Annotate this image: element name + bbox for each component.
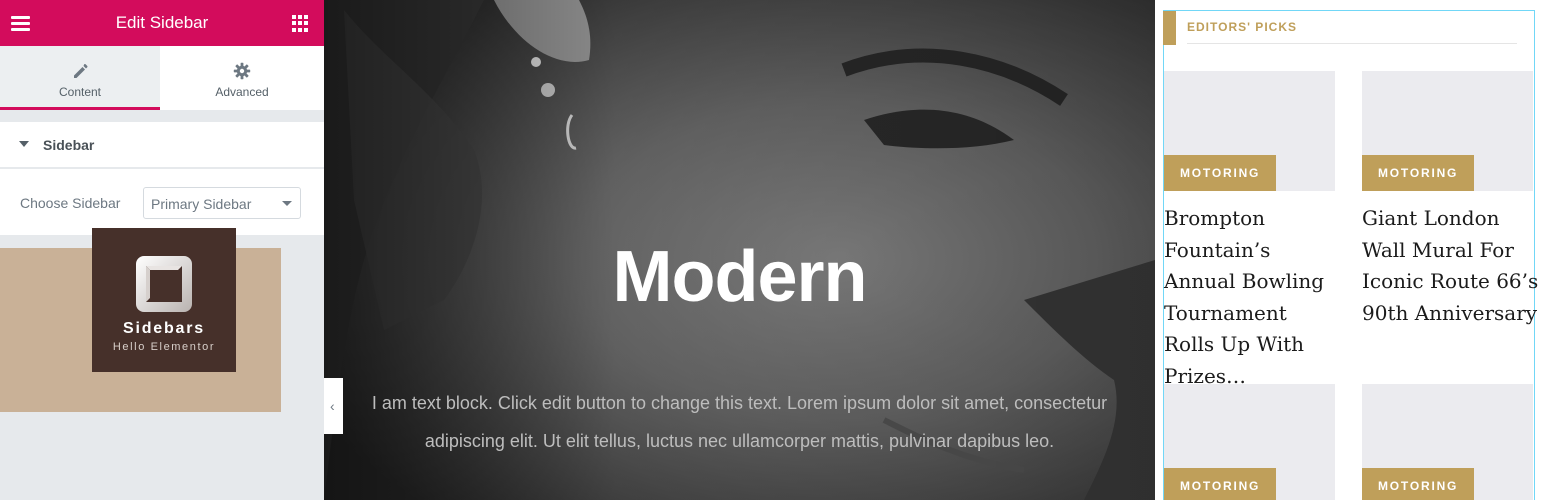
collapse-panel-button[interactable]: ‹ (324, 378, 343, 434)
tab-content[interactable]: Content (0, 46, 160, 110)
panel-header: Edit Sidebar (0, 0, 324, 46)
hamburger-menu-icon[interactable] (10, 12, 32, 34)
gear-icon (233, 62, 251, 80)
tab-content-label: Content (58, 85, 102, 99)
panel-title: Edit Sidebar (115, 13, 209, 32)
post-title[interactable]: Brompton Fountain’s Annual Bowling Tourn… (1164, 203, 1342, 392)
panel-tabs: Content Advanced (0, 46, 324, 110)
choose-sidebar-label: Choose Sidebar (20, 195, 121, 211)
heading-accent-bar (1163, 11, 1176, 45)
sidebars-promo-card[interactable]: Sidebars Hello Elementor (92, 228, 236, 372)
tab-advanced[interactable]: Advanced (160, 46, 324, 110)
widgets-grid-icon[interactable] (292, 15, 309, 32)
promo-subtitle: Hello Elementor (112, 341, 216, 353)
pencil-icon (74, 64, 88, 78)
category-badge[interactable]: MOTORING (1164, 468, 1277, 500)
editor-panel: Edit Sidebar Content Advanced Sidebar Ch… (0, 0, 324, 500)
sidebar-select-value: Primary Sidebar (151, 196, 252, 212)
hero-section[interactable]: Modern I am text block. Click edit butto… (324, 0, 1155, 500)
chevron-down-icon (282, 201, 292, 206)
sidebar-select[interactable]: Primary Sidebar (143, 187, 301, 219)
hero-heading: Modern (612, 237, 868, 317)
post-title[interactable]: Giant London Wall Mural For Iconic Route… (1362, 203, 1540, 329)
category-badge[interactable]: MOTORING (1362, 155, 1475, 191)
editors-picks-widget[interactable]: EDITORS' PICKS MOTORING Brompton Fountai… (1155, 0, 1544, 500)
category-badge[interactable]: MOTORING (1362, 468, 1475, 500)
section-toggle-sidebar[interactable]: Sidebar (0, 122, 324, 168)
choose-sidebar-control: Choose Sidebar Primary Sidebar (0, 169, 324, 235)
sidebars-logo-icon (136, 256, 192, 312)
promo-title: Sidebars (123, 320, 205, 337)
editors-picks-heading: EDITORS' PICKS (1187, 20, 1297, 34)
panel-spacer (0, 110, 324, 122)
hero-text-block: I am text block. Click edit button to ch… (371, 393, 1108, 451)
category-badge[interactable]: MOTORING (1164, 155, 1277, 191)
heading-divider (1187, 43, 1517, 44)
chevron-left-icon: ‹ (330, 398, 335, 414)
section-title: Sidebar (43, 137, 95, 153)
caret-down-icon (19, 141, 29, 147)
tab-advanced-label: Advanced (215, 85, 269, 99)
